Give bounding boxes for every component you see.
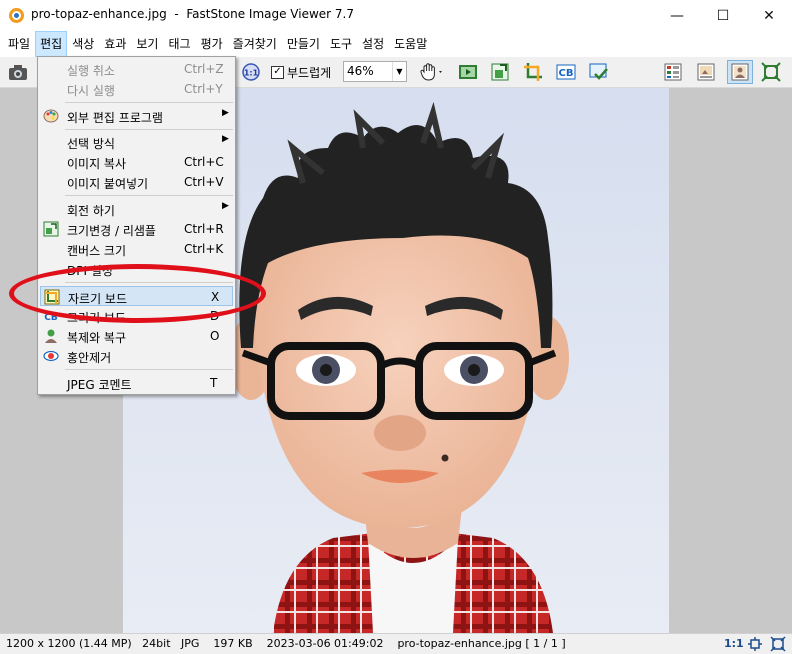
draw-board-icon: CB: [44, 313, 58, 323]
smooth-option[interactable]: ✓ 부드럽게: [271, 62, 331, 82]
menu-edit[interactable]: 편집: [35, 31, 68, 57]
edit-menu-dropdown: 실행 취소 Ctrl+Z 다시 실행 Ctrl+Y 외부 편집 프로그램 ▶ 선…: [37, 56, 236, 395]
batch-icon[interactable]: [588, 61, 610, 83]
actual-size-icon[interactable]: 1:1: [240, 61, 262, 83]
menu-tools[interactable]: 도구: [325, 31, 357, 57]
camera-icon[interactable]: [7, 61, 29, 83]
clone-heal-icon: [45, 329, 57, 343]
submenu-arrow-icon: ▶: [222, 108, 229, 118]
zoom-ratio[interactable]: 1:1: [724, 637, 744, 650]
menu-favorites[interactable]: 즐겨찾기: [228, 31, 282, 57]
menu-separator: [65, 129, 233, 130]
menu-separator: [65, 102, 233, 103]
smooth-label: 부드럽게: [287, 65, 332, 80]
resize-icon[interactable]: [489, 61, 511, 83]
menu-copy-image[interactable]: 이미지 복사 Ctrl+C: [40, 152, 233, 172]
menu-separator: [65, 195, 233, 196]
menu-settings[interactable]: 설정: [357, 31, 389, 57]
menu-resize[interactable]: 크기변경 / 리샘플 Ctrl+R: [40, 219, 233, 239]
menu-jpeg-comment[interactable]: JPEG 코멘트 T: [40, 373, 233, 393]
status-bar: 1200 x 1200 (1.44 MP) 24bit JPG 197 KB 2…: [0, 633, 792, 654]
close-button[interactable]: ✕: [746, 0, 792, 31]
fit-icon[interactable]: [747, 636, 763, 652]
svg-text:CB: CB: [559, 68, 574, 79]
menu-canvas-size[interactable]: 캔버스 크기 Ctrl+K: [40, 239, 233, 259]
menu-paste-image[interactable]: 이미지 붙여넣기 Ctrl+V: [40, 172, 233, 192]
color-balance-icon[interactable]: CB: [555, 61, 577, 83]
menu-undo[interactable]: 실행 취소 Ctrl+Z: [40, 59, 233, 79]
menu-red-eye-removal[interactable]: 홍안제거: [40, 346, 233, 366]
zoom-select[interactable]: 46% ▼: [343, 61, 407, 82]
menu-effects[interactable]: 효과: [99, 31, 131, 57]
menu-crop-board[interactable]: 자르기 보드 X: [40, 286, 233, 306]
svg-text:1:1: 1:1: [244, 69, 259, 78]
menu-rating[interactable]: 평가: [196, 31, 228, 57]
crop-icon[interactable]: [522, 61, 544, 83]
menu-dpi-setting[interactable]: DPI 설정: [40, 259, 233, 279]
menu-selection-mode[interactable]: 선택 방식 ▶: [40, 132, 233, 152]
red-eye-icon: [43, 350, 59, 362]
menu-create[interactable]: 만들기: [282, 31, 325, 57]
thumbnail-view-icon[interactable]: [662, 61, 684, 83]
submenu-arrow-icon: ▶: [222, 134, 229, 144]
image-info: 1200 x 1200 (1.44 MP) 24bit JPG 197 KB 2…: [6, 637, 566, 650]
menu-external-editor[interactable]: 외부 편집 프로그램 ▶: [40, 106, 233, 126]
menu-file[interactable]: 파일: [3, 31, 35, 57]
menu-redo[interactable]: 다시 실행 Ctrl+Y: [40, 79, 233, 99]
menu-rotate[interactable]: 회전 하기 ▶: [40, 199, 233, 219]
zoom-value: 46%: [347, 64, 374, 78]
menu-separator: [65, 369, 233, 370]
title-bar: pro-topaz-enhance.jpg - FastStone Image …: [0, 0, 792, 31]
menu-help[interactable]: 도움말: [389, 31, 432, 57]
menu-view[interactable]: 보기: [131, 31, 163, 57]
minimize-button[interactable]: —: [654, 0, 700, 31]
maximize-button[interactable]: ☐: [700, 0, 746, 31]
chevron-down-icon[interactable]: ▼: [392, 62, 406, 81]
menu-clone-heal[interactable]: 복제와 복구 O: [40, 326, 233, 346]
resize-icon: [43, 221, 59, 237]
fit-window-icon[interactable]: [760, 61, 782, 83]
palette-icon: [43, 109, 59, 123]
smooth-checkbox[interactable]: ✓: [271, 65, 284, 79]
browser-view-icon[interactable]: [695, 61, 717, 83]
menu-color[interactable]: 색상: [67, 31, 99, 57]
app-logo-icon: [9, 8, 24, 23]
hand-tool-icon[interactable]: [418, 61, 446, 83]
menu-bar: 파일 편집 색상 효과 보기 태그 평가 즐겨찾기 만들기 도구 설정 도움말: [0, 31, 792, 57]
menu-tags[interactable]: 태그: [163, 31, 195, 57]
full-view-icon[interactable]: [727, 60, 753, 84]
svg-text:CB: CB: [44, 313, 58, 323]
submenu-arrow-icon: ▶: [222, 201, 229, 211]
fullscreen-icon[interactable]: [770, 636, 786, 652]
window-title: pro-topaz-enhance.jpg - FastStone Image …: [31, 7, 354, 21]
menu-draw-board[interactable]: CB 그리기 보드 D: [40, 306, 233, 326]
slideshow-icon[interactable]: [457, 61, 479, 83]
crop-board-icon: [44, 289, 60, 305]
menu-separator: [65, 282, 233, 283]
